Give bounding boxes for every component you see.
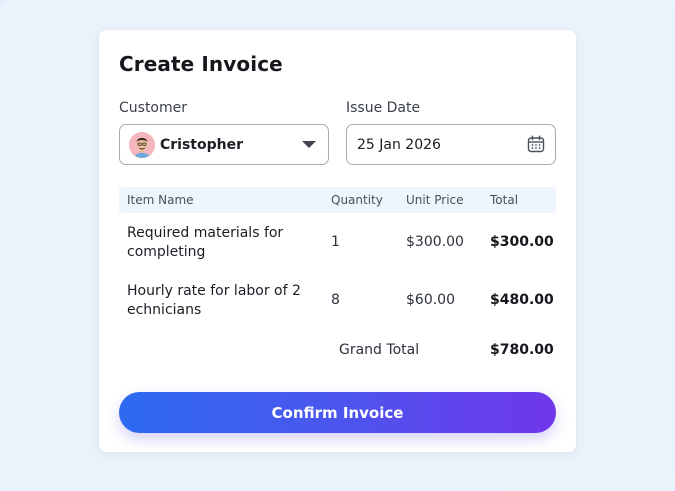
chevron-down-icon[interactable]: [302, 141, 316, 148]
item-name-cell: Required materials for completing: [127, 225, 284, 260]
quantity-cell: 1: [331, 234, 340, 250]
column-header-total: Total: [490, 193, 519, 207]
item-name-cell: Hourly rate for labor of 2 echnicians: [127, 283, 301, 318]
total-cell: $480.00: [490, 292, 554, 308]
table-header: Item Name Quantity Unit Price Total: [119, 187, 556, 213]
grand-total-label: Grand Total: [339, 342, 420, 358]
issue-date-value: 25 Jan 2026: [357, 137, 441, 153]
column-header-unit-price: Unit Price: [406, 193, 464, 207]
unit-price-cell: $60.00: [406, 292, 455, 308]
customer-label: Customer: [119, 100, 188, 116]
table-row: Required materials for completing 1 $300…: [119, 222, 556, 276]
customer-select[interactable]: Cristopher: [119, 124, 329, 165]
issue-date-field[interactable]: 25 Jan 2026: [346, 124, 556, 165]
person-avatar-icon: [129, 132, 155, 158]
card-title: Create Invoice: [119, 52, 283, 76]
table-row: Hourly rate for labor of 2 echnicians 8 …: [119, 281, 556, 335]
confirm-invoice-button[interactable]: Confirm Invoice: [119, 392, 556, 433]
column-header-item-name: Item Name: [127, 193, 194, 207]
grand-total-value: $780.00: [490, 342, 554, 358]
column-header-quantity: Quantity: [331, 193, 383, 207]
unit-price-cell: $300.00: [406, 234, 464, 250]
issue-date-label: Issue Date: [346, 100, 421, 116]
total-cell: $300.00: [490, 234, 554, 250]
customer-selected-value: Cristopher: [160, 137, 244, 153]
calendar-icon[interactable]: [527, 135, 545, 153]
quantity-cell: 8: [331, 292, 340, 308]
create-invoice-card: Create Invoice Customer Issue Date Crist…: [98, 29, 577, 453]
